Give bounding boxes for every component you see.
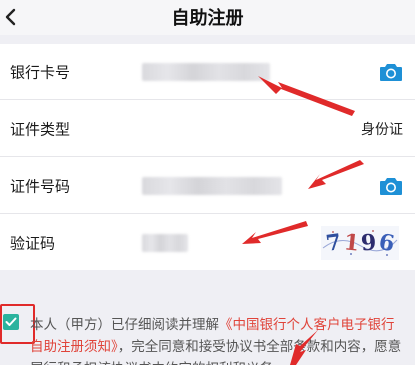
card-number-input[interactable] bbox=[142, 63, 270, 81]
captcha-input[interactable] bbox=[142, 234, 188, 252]
checkmark-icon bbox=[5, 317, 17, 326]
id-number-input[interactable] bbox=[142, 177, 282, 195]
card-number-row: 银行卡号 bbox=[0, 44, 415, 100]
register-page: 自助注册 银行卡号 证件类型 身份证 证件号码 验证码 7 1 9 6 本人（甲… bbox=[0, 0, 415, 365]
divider bbox=[0, 213, 415, 214]
divider bbox=[0, 99, 415, 100]
captcha-char: 1 bbox=[342, 229, 361, 257]
divider bbox=[0, 156, 415, 157]
camera-icon bbox=[380, 64, 402, 81]
id-number-row: 证件号码 bbox=[0, 158, 415, 214]
nav-bar: 自助注册 bbox=[0, 0, 415, 35]
card-number-label: 银行卡号 bbox=[10, 63, 71, 82]
scan-card-button[interactable] bbox=[379, 62, 403, 82]
captcha-char: 7 bbox=[324, 229, 344, 257]
agree-checkbox[interactable] bbox=[3, 314, 19, 330]
captcha-image[interactable]: 7 1 9 6 bbox=[321, 226, 399, 260]
registration-form: 银行卡号 证件类型 身份证 证件号码 验证码 7 1 9 6 bbox=[0, 44, 415, 270]
captcha-char: 6 bbox=[376, 228, 397, 258]
id-type-label: 证件类型 bbox=[10, 120, 71, 139]
id-number-label: 证件号码 bbox=[10, 177, 71, 196]
agreement-section: 本人（甲方）已仔细阅读并理解《中国银行个人客户电子银行自助注册须知》，完全同意和… bbox=[0, 300, 415, 365]
agreement-prefix: 本人（甲方）已仔细阅读并理解 bbox=[30, 317, 219, 333]
page-title: 自助注册 bbox=[171, 8, 244, 29]
scan-id-button[interactable] bbox=[379, 176, 403, 196]
camera-icon bbox=[380, 178, 402, 195]
captcha-char: 9 bbox=[360, 229, 378, 257]
id-type-row[interactable]: 证件类型 身份证 bbox=[0, 101, 415, 157]
captcha-row: 验证码 7 1 9 6 bbox=[0, 215, 415, 271]
captcha-label: 验证码 bbox=[10, 234, 56, 253]
id-type-value: 身份证 bbox=[361, 122, 403, 138]
agreement-text: 本人（甲方）已仔细阅读并理解《中国银行个人客户电子银行自助注册须知》，完全同意和… bbox=[30, 314, 402, 365]
